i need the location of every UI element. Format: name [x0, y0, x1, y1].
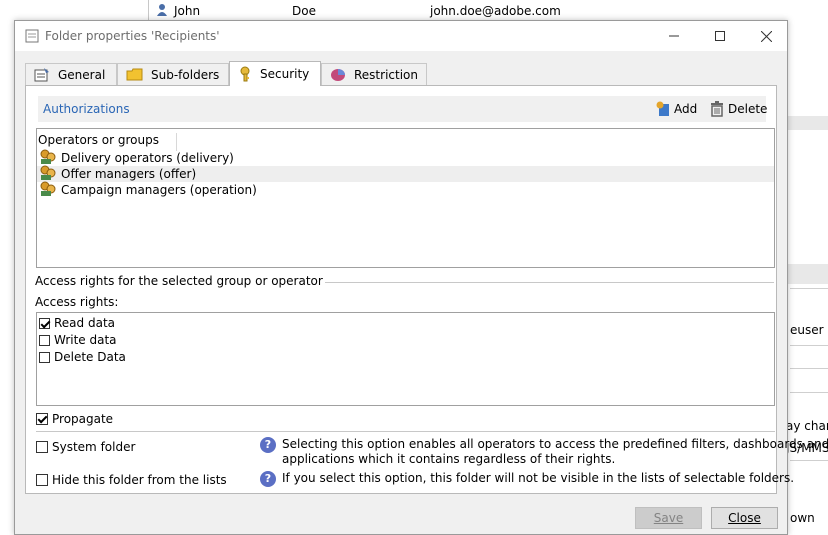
tab-sub-folders-label: Sub-folders	[151, 67, 220, 82]
help-icon: ?	[260, 471, 276, 487]
group-label: Delivery operators (delivery)	[61, 151, 234, 165]
first-name-cell: John	[174, 4, 201, 18]
background-divider	[790, 392, 828, 393]
operator-group-icon	[39, 181, 57, 200]
system-folder-help-line: Selecting this option enables all operat…	[282, 437, 828, 451]
hide-folder-option[interactable]: Hide this folder from the lists	[36, 472, 227, 488]
close-icon	[760, 30, 772, 42]
group-label: Campaign managers (operation)	[61, 183, 257, 197]
maximize-icon	[715, 31, 725, 41]
background-text-fragment: own	[790, 511, 815, 525]
list-item[interactable]: Offer managers (offer)	[37, 165, 774, 182]
hide-folder-label: Hide this folder from the lists	[52, 473, 227, 487]
hide-folder-help-text: If you select this option, this folder w…	[282, 471, 795, 485]
right-write-data[interactable]: Write data	[39, 332, 117, 348]
system-folder-label: System folder	[52, 440, 136, 454]
background-divider	[790, 345, 828, 346]
background-text-fragment: euser	[790, 323, 824, 337]
system-folder-help: ? Selecting this option enables all oper…	[260, 437, 828, 467]
dialog-titlebar[interactable]: Folder properties 'Recipients'	[15, 21, 787, 51]
system-folder-checkbox[interactable]	[36, 441, 48, 453]
close-button-label: Close	[728, 511, 761, 525]
propagate-label: Propagate	[52, 412, 114, 426]
add-button-label: Add	[674, 102, 698, 116]
access-rights-label: Access rights:	[35, 295, 119, 309]
minimize-icon	[669, 35, 679, 37]
separator	[36, 431, 775, 432]
operators-groups-list[interactable]: Operators or groups Delivery operators (…	[36, 128, 775, 268]
hide-folder-checkbox[interactable]	[36, 474, 48, 486]
close-button[interactable]: Close	[711, 507, 778, 529]
right-read-data[interactable]: Read data	[39, 315, 115, 331]
add-icon	[656, 101, 669, 116]
authorizations-toolbar: Authorizations Add Delete	[38, 96, 767, 122]
system-folder-option[interactable]: System folder	[36, 439, 135, 455]
background-divider	[788, 116, 828, 130]
minimize-button[interactable]	[651, 21, 697, 51]
list-item[interactable]: Campaign managers (operation)	[37, 181, 774, 200]
tab-general-label: General	[58, 67, 106, 82]
access-rights-group-title: Access rights for the selected group or …	[35, 274, 325, 288]
tab-security-label: Security	[260, 67, 310, 81]
delete-button-label: Delete	[728, 102, 768, 116]
maximize-button[interactable]	[697, 21, 743, 51]
column-header-operators[interactable]: Operators or groups	[37, 133, 177, 151]
background-text-fragment: ay chann	[786, 419, 828, 433]
access-rights-list: Read data Write data Delete Data	[36, 312, 775, 406]
folder-properties-icon	[25, 29, 39, 43]
security-panel: Authorizations Add Delete Operators or g…	[25, 85, 828, 494]
group-divider	[288, 282, 774, 283]
tab-restriction-label: Restriction	[354, 67, 418, 82]
trash-icon	[711, 101, 723, 117]
folder-properties-dialog: Folder properties 'Recipients' General S…	[14, 20, 828, 535]
key-icon	[240, 66, 250, 82]
background-divider	[790, 368, 828, 369]
person-icon	[156, 3, 168, 20]
background-divider	[790, 288, 828, 289]
add-button[interactable]: Add	[656, 100, 697, 118]
tab-restriction[interactable]: Restriction	[321, 63, 427, 85]
right-label: Delete Data	[54, 350, 126, 364]
hide-folder-help: ? If you select this option, this folder…	[260, 471, 794, 487]
last-name-cell: Doe	[292, 4, 316, 18]
save-button-label: Save	[653, 511, 684, 525]
tab-general[interactable]: General	[25, 63, 117, 85]
dialog-title: Folder properties 'Recipients'	[45, 29, 220, 43]
close-window-button[interactable]	[743, 21, 789, 51]
restriction-pie-icon	[331, 68, 345, 81]
folder-icon	[126, 68, 143, 81]
delete-data-checkbox[interactable]	[39, 351, 50, 363]
tab-security[interactable]: Security	[229, 61, 321, 86]
read-data-checkbox[interactable]	[39, 317, 50, 329]
system-folder-help-text: Selecting this option enables all operat…	[282, 437, 828, 467]
right-label: Read data	[54, 316, 115, 330]
delete-button[interactable]: Delete	[710, 100, 767, 118]
list-item[interactable]: Delivery operators (delivery)	[37, 149, 774, 166]
authorizations-title: Authorizations	[43, 102, 130, 116]
background-divider	[148, 0, 149, 22]
tab-sub-folders[interactable]: Sub-folders	[117, 63, 229, 85]
help-icon: ?	[260, 437, 276, 453]
right-label: Write data	[54, 333, 117, 347]
save-button[interactable]: Save	[635, 507, 702, 529]
propagate-checkbox[interactable]	[36, 413, 48, 425]
general-properties-icon	[34, 67, 49, 81]
background-divider	[788, 264, 828, 284]
right-delete-data[interactable]: Delete Data	[39, 349, 126, 365]
group-label: Offer managers (offer)	[61, 167, 197, 181]
system-folder-help-line: applications which it contains regardles…	[282, 452, 616, 466]
write-data-checkbox[interactable]	[39, 334, 50, 346]
propagate-option[interactable]: Propagate	[36, 411, 113, 427]
email-cell: john.doe@adobe.com	[430, 4, 561, 18]
background-recipient-row[interactable]: John Doe john.doe@adobe.com	[0, 0, 828, 22]
